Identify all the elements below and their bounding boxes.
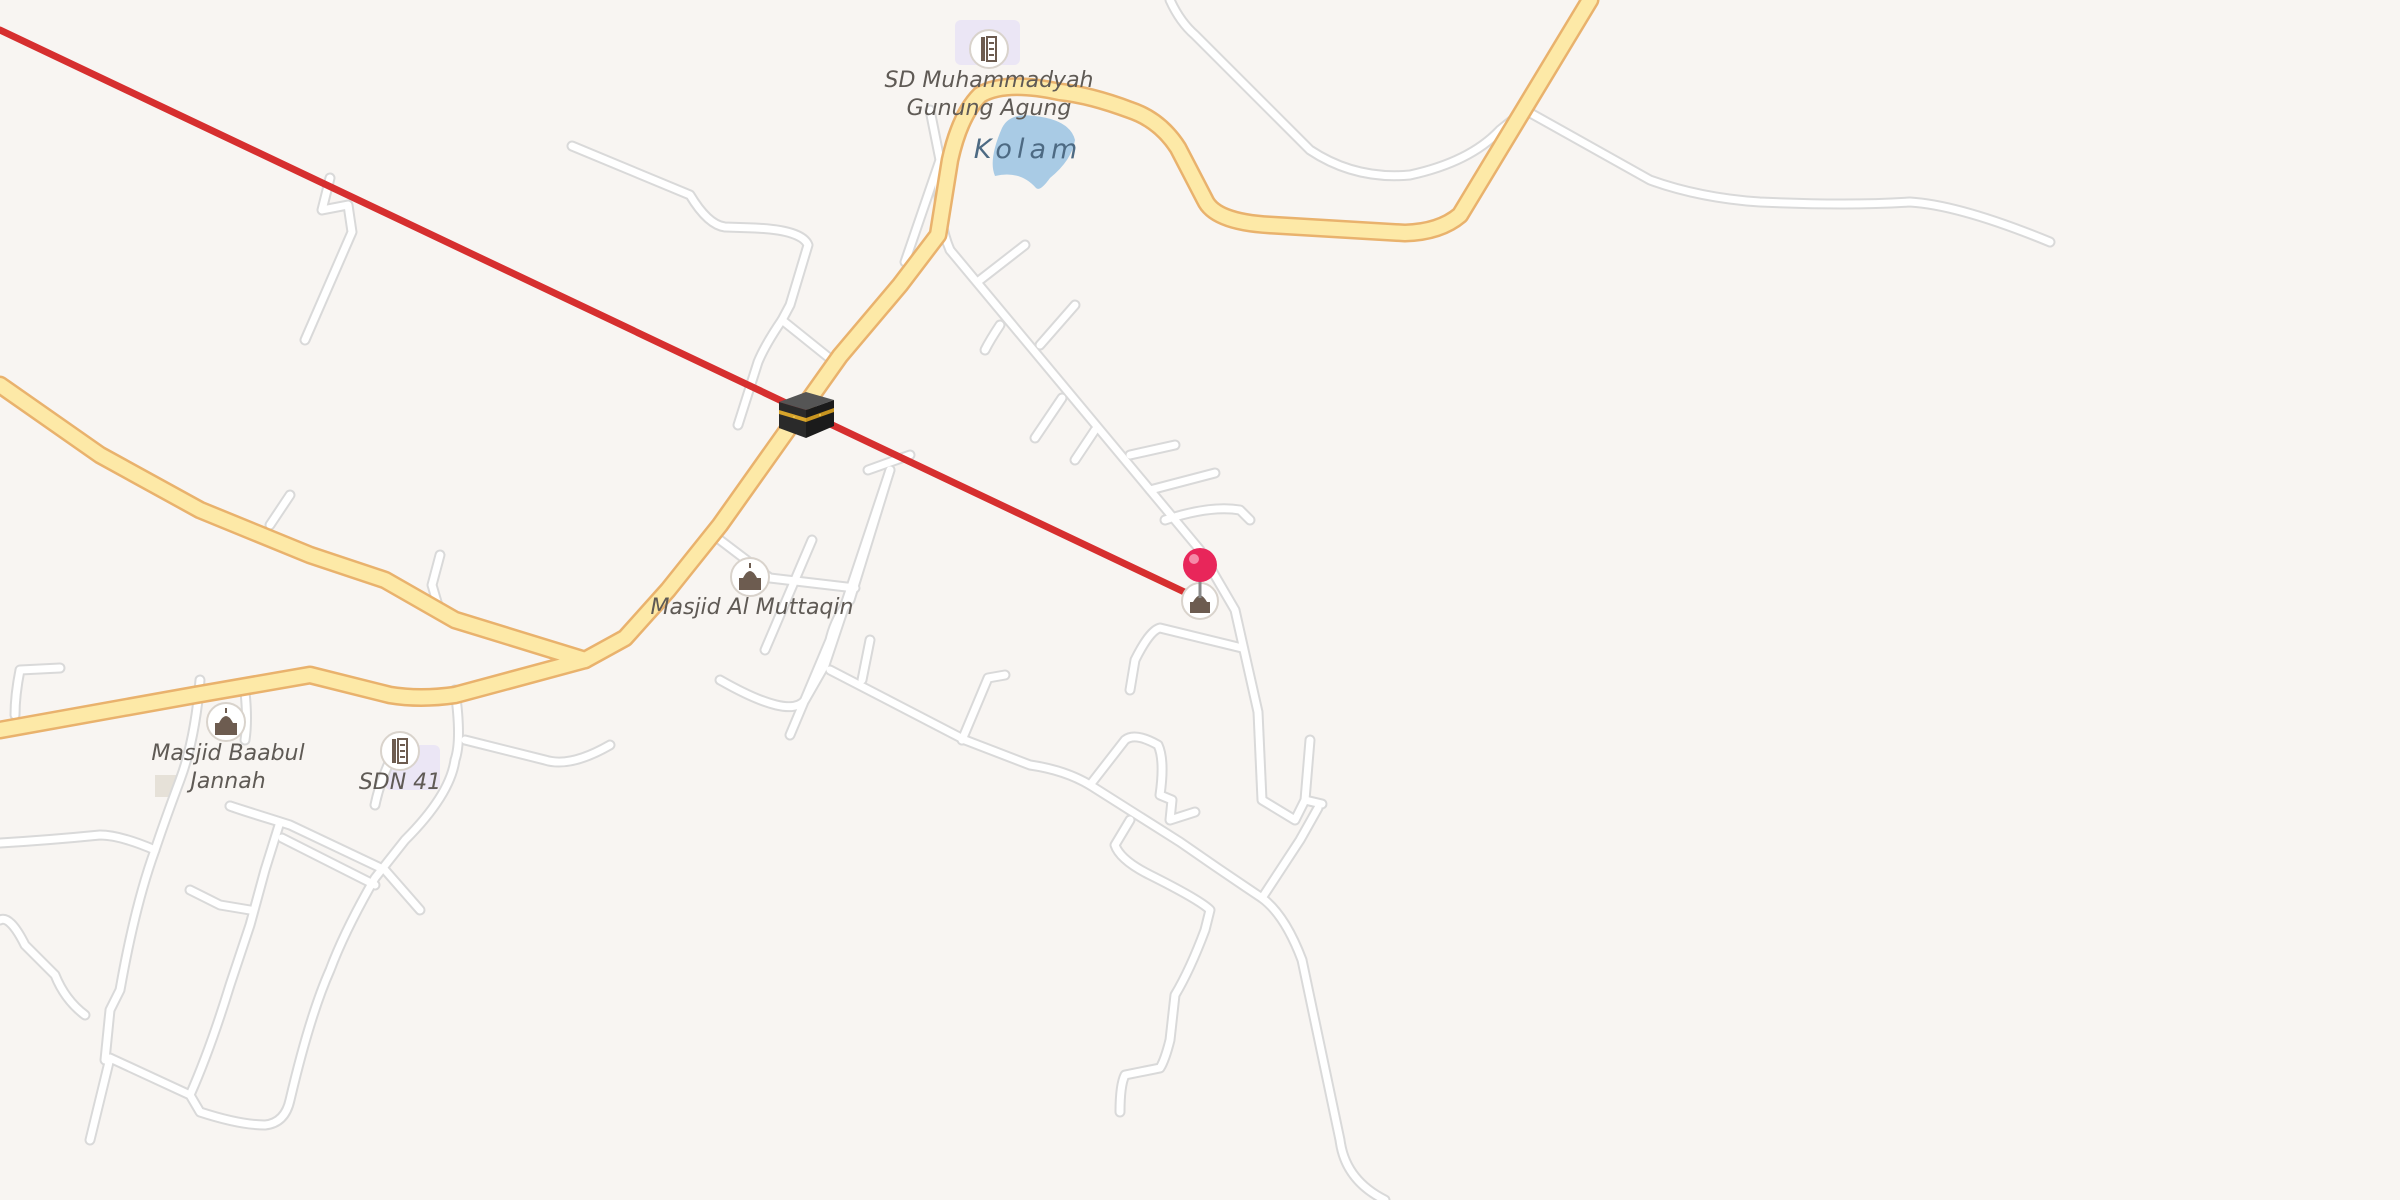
map-canvas[interactable]: Kolam SD Muhammadyah Gunung Agung Masjid…	[0, 0, 2400, 1200]
school-label-line-1: SD Muhammadyah	[885, 68, 1094, 93]
school-label: SDN 41	[359, 770, 441, 795]
school-label-line-2: Gunung Agung	[907, 96, 1072, 121]
mosque-label: Masjid Al Muttaqin	[651, 595, 854, 620]
pond-label: Kolam	[974, 134, 1083, 165]
mosque-label-line-1: Masjid Baabul	[151, 741, 304, 766]
mosque-label-line-2: Jannah	[186, 769, 265, 794]
